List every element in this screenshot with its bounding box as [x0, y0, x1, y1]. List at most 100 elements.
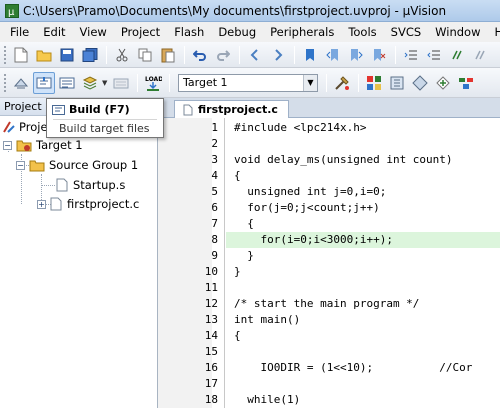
tree-item-target[interactable]: − Target 1: [3, 136, 83, 154]
line-number: 5: [211, 185, 218, 198]
menu-project[interactable]: Project: [114, 25, 167, 39]
code-line[interactable]: 13 int main(): [158, 312, 500, 328]
line-number: 10: [204, 265, 218, 278]
project-panel-title: Project: [4, 100, 42, 113]
toolbar-gripper[interactable]: [4, 45, 7, 64]
copy-icon[interactable]: [134, 44, 156, 66]
bookmark-prev-icon[interactable]: [322, 44, 344, 66]
code-line[interactable]: 18 while(1): [158, 392, 500, 408]
paste-icon[interactable]: [157, 44, 179, 66]
cut-icon[interactable]: [111, 44, 133, 66]
collapse-target-toggle[interactable]: −: [3, 140, 12, 150]
tree-item-source-group[interactable]: − Source Group 1: [16, 156, 138, 174]
toolbar-separator: [326, 73, 327, 92]
code-line[interactable]: 1 #include <lpc214x.h>: [158, 120, 500, 136]
target-select[interactable]: Target 1 ▼: [178, 73, 318, 92]
code-line[interactable]: 15: [158, 344, 500, 360]
build-icon[interactable]: [33, 71, 55, 94]
nav-back-icon[interactable]: [244, 44, 266, 66]
line-number: 3: [211, 153, 218, 166]
code-line[interactable]: 16 IO0DIR = (1<<10); //Cor: [158, 360, 500, 376]
nav-forward-icon[interactable]: [267, 44, 289, 66]
line-number: 15: [204, 345, 218, 358]
target-options-icon[interactable]: [331, 72, 353, 94]
select-software-packs-icon[interactable]: [409, 72, 431, 94]
indent-icon[interactable]: [400, 44, 422, 66]
menu-view[interactable]: View: [73, 25, 114, 39]
collapse-group-toggle[interactable]: −: [16, 160, 25, 170]
translate-icon[interactable]: [10, 72, 32, 94]
save-icon[interactable]: [56, 44, 78, 66]
code-text: {: [234, 217, 254, 230]
tooltip-separator: [53, 119, 157, 120]
uncomment-icon[interactable]: [469, 44, 491, 66]
code-line[interactable]: 11: [158, 280, 500, 296]
file-extensions-icon[interactable]: [386, 72, 408, 94]
code-line[interactable]: 6 for(j=0;j<count;j++): [158, 200, 500, 216]
menu-edit[interactable]: Edit: [36, 25, 72, 39]
code-area[interactable]: 1 #include <lpc214x.h> 2 3 void delay_ms(uns…: [158, 118, 500, 408]
stop-build-icon[interactable]: [110, 72, 132, 94]
title-bar: µ C:\Users\Pramo\Documents\My documents\…: [0, 0, 500, 22]
menu-window[interactable]: Window: [428, 25, 487, 39]
open-folder-icon[interactable]: [33, 44, 55, 66]
tree-item-file[interactable]: + firstproject.c: [37, 195, 139, 213]
code-line[interactable]: 3 void delay_ms(unsigned int count): [158, 152, 500, 168]
toolbar-separator: [137, 73, 138, 92]
file-icon: [50, 197, 62, 211]
code-text: /* start the main program */: [234, 297, 420, 310]
menu-svcs[interactable]: SVCS: [384, 25, 429, 39]
run-time-environment-icon[interactable]: [455, 72, 477, 94]
code-line[interactable]: 2: [158, 136, 500, 152]
code-line[interactable]: 9 }: [158, 248, 500, 264]
code-line[interactable]: 10}: [158, 264, 500, 280]
build-icon: [52, 105, 65, 115]
file-label: Startup.s: [73, 178, 126, 192]
code-line[interactable]: 7 {: [158, 216, 500, 232]
build-tooltip: Build (F7) Build target files: [46, 98, 164, 138]
target-select-value: Target 1: [183, 76, 228, 89]
toolbar-gripper[interactable]: [4, 73, 7, 92]
menu-help[interactable]: Help: [488, 25, 500, 39]
code-line[interactable]: 4{: [158, 168, 500, 184]
line-number: 1: [211, 121, 218, 134]
bookmark-clear-icon[interactable]: [368, 44, 390, 66]
line-number: 9: [211, 249, 218, 262]
undo-icon[interactable]: [189, 44, 211, 66]
uvision-app-icon[interactable]: µ: [5, 3, 19, 18]
save-all-icon[interactable]: [79, 44, 101, 66]
rebuild-icon[interactable]: [56, 72, 78, 94]
menu-peripherals[interactable]: Peripherals: [263, 25, 341, 39]
svg-text:µ: µ: [8, 7, 15, 18]
bookmark-next-icon[interactable]: [345, 44, 367, 66]
batch-build-dropdown-arrow[interactable]: ▼: [102, 79, 110, 87]
menu-flash[interactable]: Flash: [167, 25, 211, 39]
menu-tools[interactable]: Tools: [341, 25, 383, 39]
code-line[interactable]: 12 /* start the main program */: [158, 296, 500, 312]
new-file-icon[interactable]: [10, 44, 32, 66]
batch-build-icon[interactable]: [79, 72, 101, 94]
code-line[interactable]: 17: [158, 376, 500, 392]
unindent-icon[interactable]: [423, 44, 445, 66]
tab-firstproject-c[interactable]: firstproject.c: [174, 100, 289, 118]
build-toolbar: ▼ LOAD Target 1 ▼: [0, 68, 500, 98]
manage-components-icon[interactable]: [363, 72, 385, 94]
bookmark-icon[interactable]: [299, 44, 321, 66]
code-line[interactable]: 5 unsigned int j=0,i=0;: [158, 184, 500, 200]
tree-item-file[interactable]: Startup.s: [56, 176, 125, 194]
menu-debug[interactable]: Debug: [211, 25, 263, 39]
code-text: #include <lpc214x.h>: [234, 121, 367, 134]
redo-icon[interactable]: [212, 44, 234, 66]
comment-icon[interactable]: [446, 44, 468, 66]
editor-tabstrip: firstproject.c: [158, 98, 500, 118]
line-number: 4: [211, 169, 218, 182]
code-text: {: [234, 169, 241, 182]
menu-file[interactable]: File: [3, 25, 36, 39]
pack-installer-icon[interactable]: [432, 72, 454, 94]
download-icon[interactable]: LOAD: [142, 72, 164, 94]
chevron-down-icon[interactable]: ▼: [303, 74, 317, 91]
expand-file-toggle[interactable]: +: [37, 199, 46, 209]
code-line[interactable]: 14 {: [158, 328, 500, 344]
project-root-icon: [3, 121, 15, 133]
code-line[interactable]: 8 for(i=0;i<3000;i++);: [158, 232, 500, 248]
